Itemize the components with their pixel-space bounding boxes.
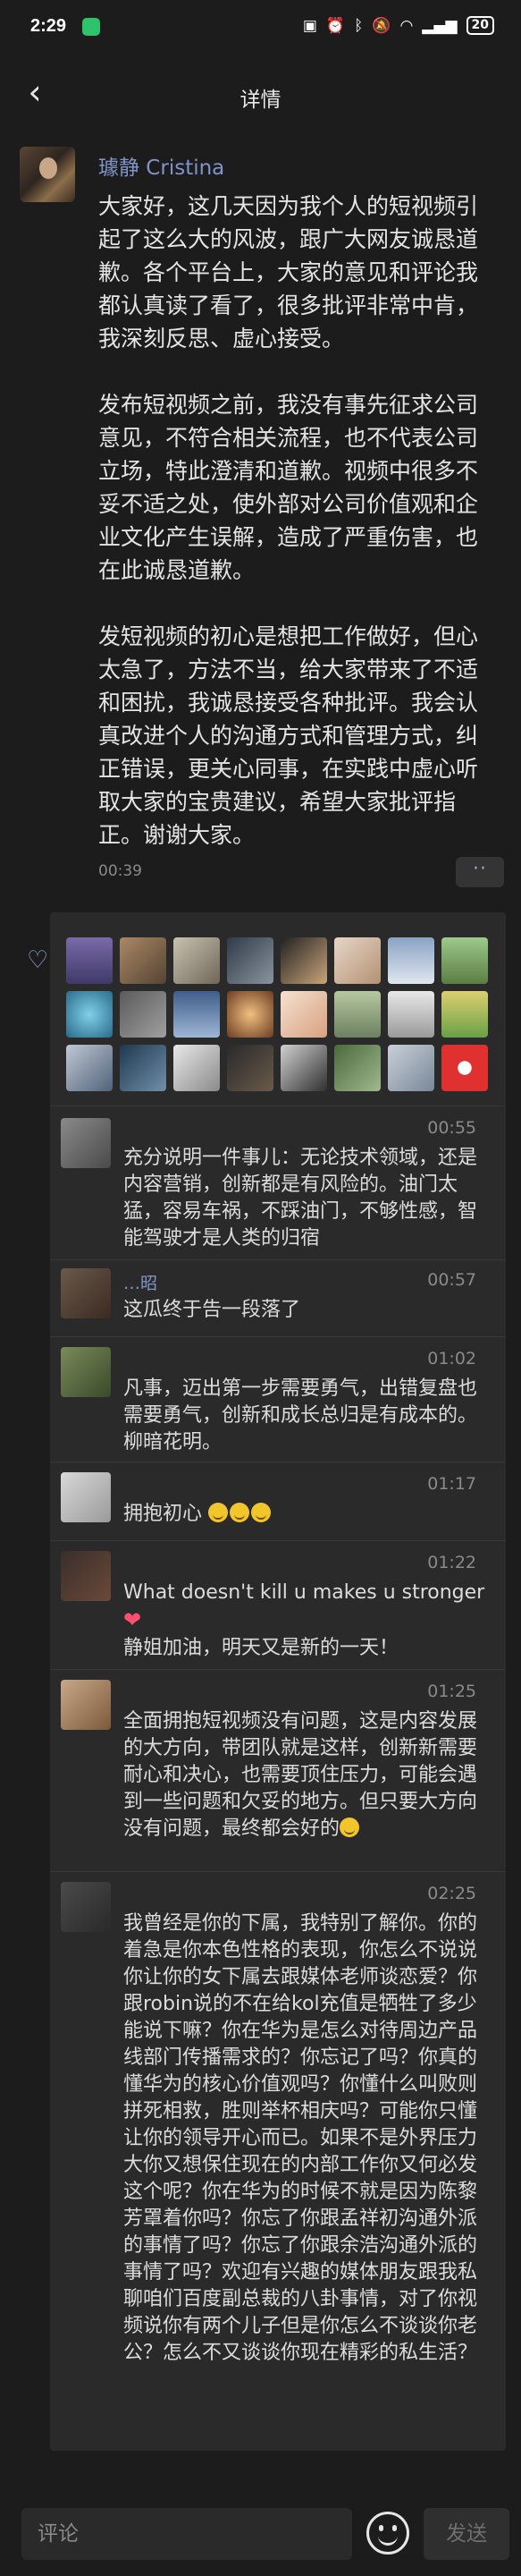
liker-avatar[interactable] [334, 1045, 381, 1091]
comment-text: What doesn't kill u makes u stronger ❤ 静… [123, 1580, 488, 1662]
commenter-avatar[interactable] [61, 1347, 111, 1397]
liker-avatar[interactable] [173, 1045, 220, 1091]
comment-text: 拥抱初心 [123, 1501, 488, 1528]
liker-avatar[interactable] [281, 1045, 327, 1091]
liker-avatar[interactable] [441, 1045, 488, 1091]
comment-time: 01:22 [427, 1553, 476, 1572]
status-time: 2:29 [30, 16, 67, 36]
comment-time: 00:57 [427, 1270, 476, 1290]
comment-text: 凡事，迈出第一步需要勇气，出错复盘也需要勇气，创新和成长总归是有成本的。柳暗花明… [123, 1377, 478, 1453]
post-content: 大家好，这几天因为我个人的短视频引起了这么大的风波，跟广大网友诚恳道歉。各个平台… [98, 190, 499, 885]
comment-time: 01:17 [427, 1474, 476, 1494]
smile-emoji-icon [208, 1503, 229, 1522]
liker-avatar[interactable] [173, 991, 220, 1038]
liker-avatar[interactable] [441, 937, 488, 984]
liker-avatar[interactable] [281, 937, 327, 984]
liker-avatar[interactable] [281, 991, 327, 1038]
comment-text-content: 拥抱初心 [123, 1503, 203, 1525]
comment-input-bar: 发送 [0, 2496, 521, 2576]
smile-emoji-icon [251, 1503, 272, 1522]
liker-avatar[interactable] [388, 991, 434, 1038]
comment-time: 02:25 [427, 1884, 476, 1903]
comment-text-line: 静姐加油，明天又是新的一天！ [123, 1637, 399, 1659]
liker-avatar[interactable] [334, 991, 381, 1038]
liker-avatar[interactable] [334, 937, 381, 984]
commenter-name[interactable]: …昭 [123, 1270, 157, 1294]
smile-emoji-icon [340, 1818, 360, 1837]
alarm-icon: ⏰ [325, 16, 346, 35]
liker-avatar[interactable] [120, 937, 166, 984]
commenter-avatar[interactable] [61, 1680, 111, 1730]
comment-text: 这瓜终于告一段落了 [123, 1299, 301, 1321]
send-button[interactable]: 发送 [424, 2508, 509, 2560]
commenter-avatar[interactable] [61, 1882, 111, 1932]
liker-avatar[interactable] [227, 991, 273, 1038]
liker-avatar[interactable] [441, 991, 488, 1038]
commenter-avatar[interactable] [61, 1551, 111, 1601]
signal-icon: ▂▄▆ [422, 16, 458, 35]
comment-divider [50, 1336, 506, 1337]
wifi-icon: ◠ [399, 16, 414, 35]
liker-avatar[interactable] [120, 991, 166, 1038]
comment-divider [50, 1871, 506, 1872]
post-paragraph: 发短视频的初心是想把工作做好，但心太急了，方法不当，给大家带来了不适和困扰，我诚… [98, 623, 479, 848]
liker-avatar[interactable] [227, 937, 273, 984]
nfc-icon: ▣ [302, 16, 317, 35]
comment-divider [50, 1259, 506, 1260]
liker-avatar[interactable] [66, 1045, 113, 1091]
status-icons: ▣ ⏰ ᛒ 🔕 ◠ ▂▄▆ 20 [303, 16, 494, 35]
liker-avatar[interactable] [173, 937, 220, 984]
wechat-notification-icon [82, 18, 100, 36]
more-actions-button[interactable]: ·· [456, 857, 504, 887]
liker-avatar[interactable] [388, 1045, 434, 1091]
nav-bar: ‹ 详情 [0, 59, 521, 131]
comment-input[interactable] [21, 2508, 352, 2560]
heart-emoji-icon: ❤ [123, 1607, 142, 1632]
comment-text: 充分说明一件事儿：无论技术领域，还是内容营销，创新都是有风险的。油门太猛，容易车… [123, 1147, 478, 1250]
comment-divider [50, 1669, 506, 1670]
comment-divider [50, 1540, 506, 1541]
liker-avatar[interactable] [120, 1045, 166, 1091]
comment-text-content: 全面拥抱短视频没有问题，这是内容发展的大方向，带团队就是这样，创新新需要耐心和决… [123, 1710, 478, 1840]
liker-avatar[interactable] [66, 937, 113, 984]
status-bar: 2:29 ▣ ⏰ ᛒ 🔕 ◠ ▂▄▆ 20 [0, 0, 521, 54]
post-paragraph: 大家好，这几天因为我个人的短视频引起了这么大的风波，跟广大网友诚恳道歉。各个平台… [98, 193, 479, 352]
liker-avatar[interactable] [388, 937, 434, 984]
commenter-avatar[interactable] [61, 1472, 111, 1522]
mute-icon: 🔕 [372, 16, 391, 35]
commenter-avatar[interactable] [61, 1118, 111, 1168]
comment-text: 我曾经是你的下属，我特别了解你。你的着急是你本色性格的表现，你怎么不说说你让你的… [123, 1912, 478, 2364]
heart-icon: ♡ [27, 946, 49, 974]
battery-icon: 20 [466, 16, 494, 35]
smile-emoji-icon [230, 1503, 250, 1522]
author-avatar[interactable] [20, 147, 75, 202]
comment-text-line: What doesn't kill u makes u stronger [123, 1581, 485, 1604]
emoji-icon[interactable] [366, 2512, 409, 2555]
page-title: 详情 [239, 89, 282, 112]
post-timestamp: 00:39 [98, 862, 142, 880]
comment-time: 01:02 [427, 1349, 476, 1368]
comment-text: 全面拥抱短视频没有问题，这是内容发展的大方向，带团队就是这样，创新新需要耐心和决… [123, 1708, 488, 1843]
liker-avatar[interactable] [227, 1045, 273, 1091]
post-paragraph: 发布短视频之前，我没有事先征求公司意见，不符合相关流程，也不代表公司立场，特此澄… [98, 392, 479, 583]
bluetooth-icon: ᛒ [354, 16, 364, 35]
liker-avatar[interactable] [66, 991, 113, 1038]
author-name[interactable]: 璩静 Cristina [98, 150, 224, 181]
comment-time: 00:55 [427, 1118, 476, 1138]
comment-time: 01:25 [427, 1682, 476, 1701]
commenter-avatar[interactable] [61, 1268, 111, 1318]
